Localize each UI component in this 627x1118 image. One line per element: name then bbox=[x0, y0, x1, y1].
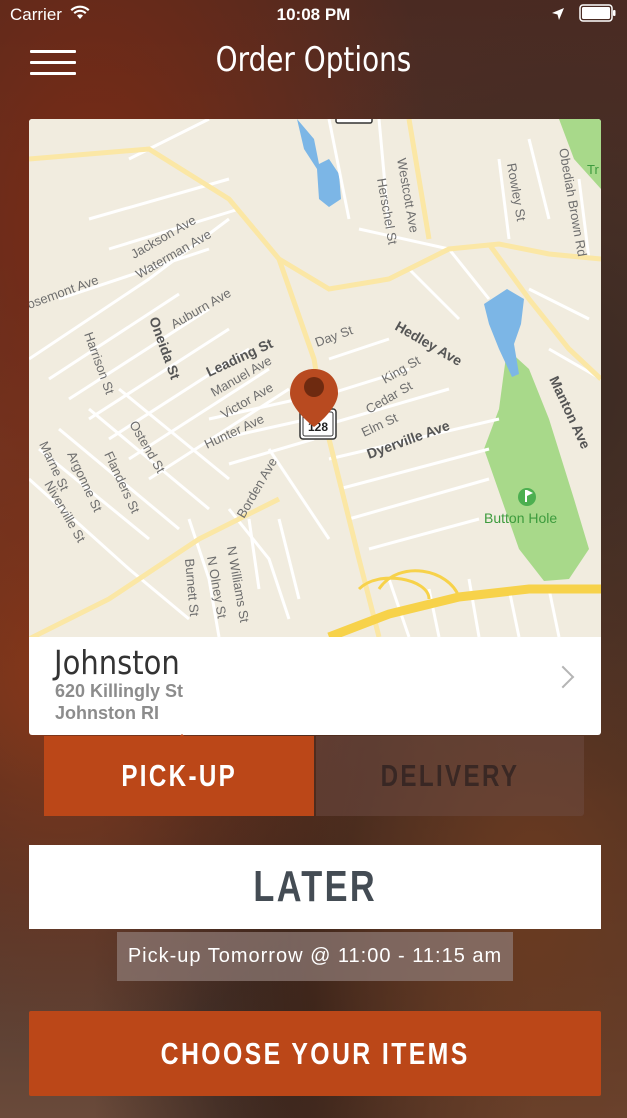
pickup-tab-label: PICK-UP bbox=[121, 758, 237, 793]
later-button-label: LATER bbox=[253, 862, 377, 911]
status-bar: Carrier 10:08 PM bbox=[0, 0, 627, 30]
pickup-time-label: Pick-up Tomorrow @ 11:00 - 11:15 am bbox=[117, 932, 513, 981]
pickup-tab[interactable]: PICK-UP bbox=[44, 736, 314, 816]
navigation-bar: Order Options bbox=[0, 30, 627, 90]
status-right bbox=[551, 4, 617, 27]
store-location-card[interactable]: Johnston 620 Killingly St Johnston RI bbox=[29, 637, 601, 735]
later-button[interactable]: LATER bbox=[29, 845, 601, 929]
store-address-line2: Johnston RI bbox=[55, 703, 159, 723]
map-label-park: Button Hole bbox=[484, 510, 557, 526]
choose-items-label: CHOOSE YOUR ITEMS bbox=[160, 1035, 470, 1071]
location-arrow-icon bbox=[551, 6, 565, 26]
page-title: Order Options bbox=[215, 40, 412, 80]
map-label-tr: Tr bbox=[587, 162, 599, 177]
choose-items-button[interactable]: CHOOSE YOUR ITEMS bbox=[29, 1011, 601, 1096]
delivery-tab-label: DELIVERY bbox=[380, 758, 520, 793]
store-map[interactable]: Jackson Ave Waterman Ave osemont Ave Aub… bbox=[29, 119, 601, 637]
store-name: Johnston bbox=[54, 643, 180, 682]
delivery-tab[interactable]: DELIVERY bbox=[316, 736, 584, 816]
status-time: 10:08 PM bbox=[276, 5, 351, 24]
chevron-right-icon bbox=[551, 665, 575, 689]
golf-icon bbox=[518, 488, 536, 506]
battery-icon bbox=[579, 4, 617, 27]
store-address-line1: 620 Killingly St bbox=[55, 681, 184, 701]
